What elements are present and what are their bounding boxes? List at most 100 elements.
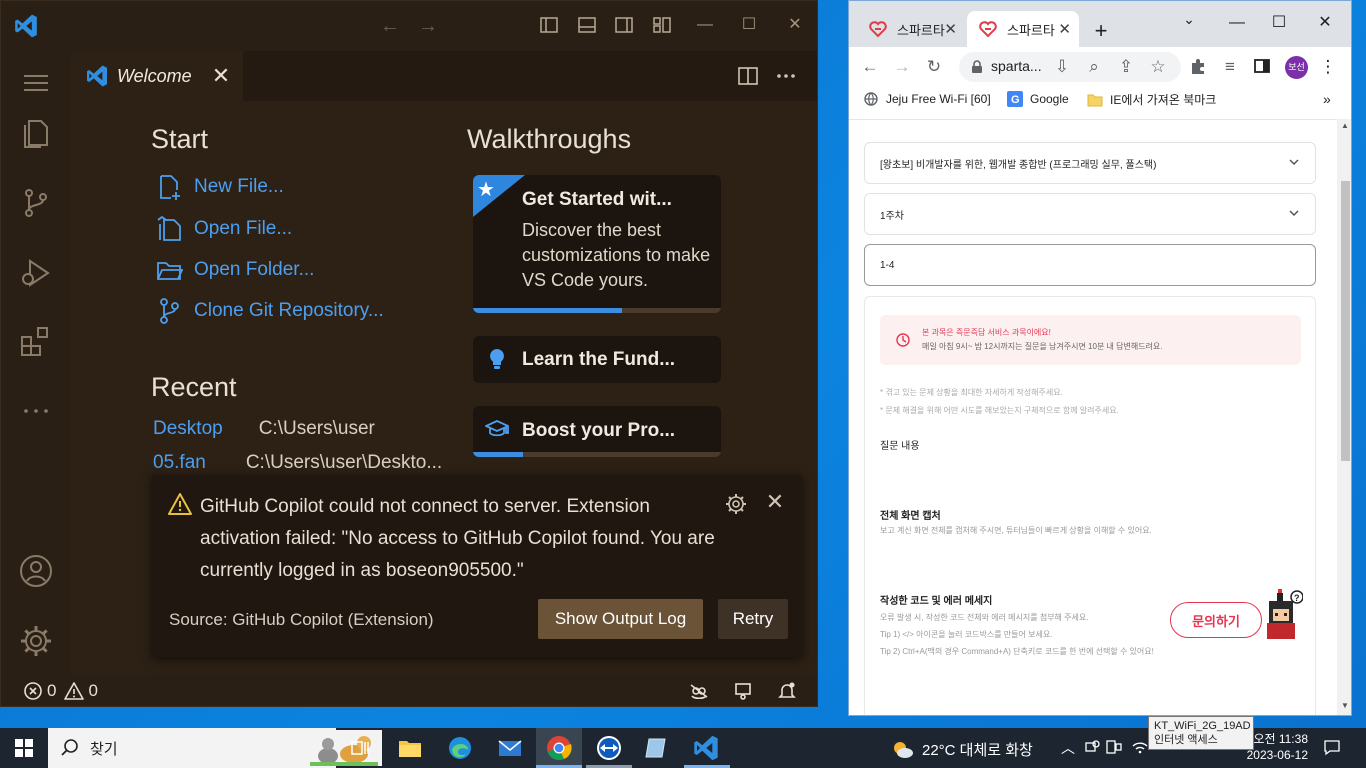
forward-arrow-icon[interactable]: → (417, 15, 439, 37)
show-output-log-button[interactable]: Show Output Log (538, 599, 703, 639)
run-debug-icon[interactable] (18, 255, 54, 291)
vscode-tab-icon (85, 64, 109, 88)
tab-welcome-label: Welcome (117, 65, 192, 86)
tab-welcome[interactable]: Welcome ✕ (71, 51, 243, 101)
lesson-input[interactable]: 1-4 (864, 244, 1316, 286)
notification-close-icon[interactable]: ✕ (764, 491, 786, 513)
install-app-icon[interactable]: ⇩ (1051, 56, 1073, 78)
lesson-input-value: 1-4 (880, 259, 895, 271)
page-scrollbar[interactable]: ▲ ▼ (1337, 119, 1351, 715)
toggle-primary-sidebar-icon[interactable] (538, 15, 560, 37)
walkthrough-card-get-started[interactable]: ★ Get Started wit... Discover the best c… (473, 175, 721, 313)
taskbar-search[interactable]: 찾기 (48, 728, 382, 768)
close-tab-icon[interactable]: ✕ (944, 20, 957, 38)
toggle-panel-icon[interactable] (576, 15, 598, 37)
sun-cloud-icon (890, 737, 914, 761)
forward-arrow-icon[interactable]: → (891, 56, 913, 78)
profile-avatar[interactable]: 보선 (1285, 56, 1308, 79)
retry-button[interactable]: Retry (718, 599, 788, 639)
problems-indicator[interactable]: 0 0 (23, 681, 98, 701)
customize-layout-icon[interactable] (651, 15, 673, 37)
notification-settings-icon[interactable] (725, 493, 747, 515)
reload-icon[interactable]: ↻ (923, 56, 945, 78)
new-tab-button[interactable]: + (1089, 19, 1113, 43)
week-select[interactable]: 1주차 (864, 193, 1316, 235)
notification-center-icon[interactable] (1322, 738, 1342, 758)
reading-list-icon[interactable]: ≡ (1219, 56, 1241, 78)
bookmark-item[interactable]: G Google (1007, 91, 1069, 107)
notifications-bell-icon[interactable] (777, 681, 797, 701)
bookmark-folder[interactable]: IE에서 가져온 북마크 (1087, 91, 1216, 108)
course-select[interactable]: [왕초보] 비개발자를 위한, 웹개발 종합반 (프로그래밍 실무, 풀스택) (864, 142, 1316, 184)
bookmark-label: Jeju Free Wi-Fi [60] (886, 92, 991, 106)
tray-app-icon[interactable] (1082, 738, 1102, 758)
windows-logo-icon (15, 739, 33, 757)
minimize-button[interactable]: — (693, 13, 717, 37)
close-tab-icon[interactable]: ✕ (1058, 20, 1071, 38)
address-bar[interactable]: sparta... ⇩ ⌕ ⇪ ☆ (959, 52, 1181, 82)
walkthroughs-title: Walkthroughs (467, 124, 632, 154)
split-editor-icon[interactable] (737, 65, 759, 87)
explorer-icon[interactable] (18, 115, 54, 151)
recent-item[interactable]: Desktop C:\Users\user (153, 418, 375, 440)
walkthrough-card-fundamentals[interactable]: Learn the Fund... (473, 336, 721, 383)
bookmark-star-icon[interactable]: ☆ (1147, 56, 1169, 78)
copilot-status-icon[interactable] (689, 681, 709, 701)
side-panel-icon[interactable] (1251, 56, 1273, 78)
chrome-menu-icon[interactable]: ⋮ (1317, 56, 1339, 78)
show-hidden-icons-chevron-icon[interactable]: ︿ (1058, 738, 1078, 758)
recent-name[interactable]: 05.fan (153, 452, 206, 474)
zoom-icon[interactable]: ⌕ (1083, 56, 1105, 78)
meet-now-icon[interactable] (1104, 738, 1124, 758)
browser-tab-active[interactable]: 스파르타 ✕ (967, 11, 1079, 47)
recent-name[interactable]: Desktop (153, 418, 223, 440)
tab-search-chevron-icon[interactable]: ⌄ (1177, 7, 1201, 31)
extensions-icon[interactable] (18, 323, 54, 359)
more-icon[interactable] (18, 393, 54, 429)
tab-title: 스파르타 (897, 22, 945, 38)
new-file-link[interactable]: New File... (155, 173, 284, 201)
clone-git-link[interactable]: Clone Git Repository... (155, 297, 384, 325)
maximize-button[interactable]: ☐ (737, 13, 761, 37)
close-window-button[interactable]: ✕ (1313, 11, 1337, 35)
feedback-icon[interactable] (733, 681, 753, 701)
chrome-icon[interactable] (545, 734, 573, 762)
more-actions-icon[interactable] (775, 65, 797, 87)
mail-icon[interactable] (496, 734, 524, 762)
vscode-taskbar-icon[interactable] (692, 734, 720, 762)
globe-icon (863, 91, 879, 107)
scroll-up-arrow[interactable]: ▲ (1340, 121, 1350, 130)
close-window-button[interactable]: ✕ (783, 13, 807, 37)
weather-widget[interactable]: 22°C 대체로 화창 (890, 737, 1033, 761)
open-file-link[interactable]: Open File... (155, 215, 292, 243)
notes-app-icon[interactable] (642, 734, 670, 762)
toggle-secondary-sidebar-icon[interactable] (613, 15, 635, 37)
more-bookmarks-icon[interactable]: » (1323, 91, 1331, 107)
task-view-icon[interactable] (346, 734, 374, 762)
file-explorer-icon[interactable] (396, 734, 424, 762)
ask-question-button[interactable]: 문의하기 (1170, 602, 1262, 638)
close-tab-icon[interactable]: ✕ (212, 63, 230, 89)
back-arrow-icon[interactable]: ← (379, 15, 401, 37)
wifi-icon[interactable] (1130, 738, 1150, 758)
walkthrough-card-productivity[interactable]: Boost your Pro... (473, 406, 721, 457)
share-icon[interactable]: ⇪ (1115, 56, 1137, 78)
extensions-puzzle-icon[interactable] (1187, 56, 1209, 78)
menu-icon[interactable] (18, 65, 54, 101)
maximize-button[interactable]: ☐ (1267, 11, 1291, 35)
browser-tab[interactable]: 스파르타 ✕ (857, 11, 965, 47)
start-button[interactable] (0, 728, 48, 768)
edge-browser-icon[interactable] (446, 734, 474, 762)
back-arrow-icon[interactable]: ← (859, 56, 881, 78)
minimize-button[interactable]: — (1225, 11, 1249, 35)
lock-icon[interactable] (969, 59, 985, 75)
teamviewer-icon[interactable] (595, 734, 623, 762)
bookmark-item[interactable]: Jeju Free Wi-Fi [60] (863, 91, 991, 107)
open-folder-link[interactable]: Open Folder... (155, 256, 314, 284)
scroll-thumb[interactable] (1341, 181, 1350, 461)
recent-item[interactable]: 05.fan C:\Users\user\Deskto... (153, 452, 442, 474)
accounts-icon[interactable] (18, 553, 54, 589)
scroll-down-arrow[interactable]: ▼ (1340, 701, 1350, 710)
settings-gear-icon[interactable] (18, 623, 54, 659)
source-control-icon[interactable] (18, 185, 54, 221)
